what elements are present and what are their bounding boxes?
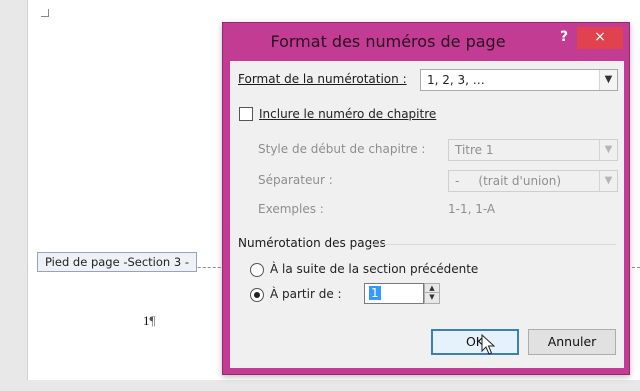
chapter-style-value: Titre 1 (455, 143, 494, 157)
chapter-style-label: Style de début de chapitre : (258, 142, 426, 156)
continue-previous-radio[interactable] (250, 263, 264, 277)
start-at-input[interactable]: 1 (364, 283, 424, 304)
page-numbering-group-title: Numérotation des pages (238, 236, 386, 250)
examples-label: Exemples : (258, 202, 324, 216)
include-chapter-text: Inclure le numéro de chapitre (259, 107, 437, 121)
chevron-down-icon[interactable]: ▼ (599, 171, 617, 191)
chevron-down-icon[interactable]: ▼ (599, 70, 617, 90)
include-chapter-label[interactable]: Inclure le numéro de chapitre (259, 107, 436, 121)
page-corner-mark (41, 9, 49, 17)
footer-section-tag: Pied de page -Section 3 - (37, 252, 197, 272)
mouse-pointer-icon (481, 334, 495, 355)
number-format-label: Format de la numérotation : (238, 72, 407, 86)
continue-previous-label[interactable]: À la suite de la section précédente (270, 262, 478, 276)
number-format-label-text: Format de la numérotation : (238, 72, 407, 86)
dialog-body: Format de la numérotation : 1, 2, 3, … ▼… (230, 61, 624, 368)
cancel-button[interactable]: Annuler (528, 329, 616, 355)
start-at-radio[interactable] (250, 288, 264, 302)
spin-up-icon[interactable]: ▲ (425, 284, 439, 293)
number-format-select[interactable]: 1, 2, 3, … ▼ (420, 69, 618, 91)
include-chapter-checkbox[interactable] (239, 107, 253, 121)
dialog-title: Format des numéros de page (270, 32, 506, 51)
dialog-titlebar[interactable]: Format des numéros de page ? × (223, 23, 629, 61)
start-at-spinner[interactable]: ▲ ▼ (424, 283, 440, 304)
separator-label: Séparateur : (258, 173, 333, 187)
group-divider (370, 244, 616, 245)
page-number-format-dialog: Format des numéros de page ? × Format de… (222, 22, 630, 375)
start-at-value: 1 (369, 286, 381, 300)
footer-page-number[interactable]: 1¶ (143, 313, 155, 329)
examples-value: 1-1, 1-A (448, 202, 496, 216)
chapter-style-select[interactable]: Titre 1 ▼ (448, 139, 618, 161)
pilcrow-icon: ¶ (149, 313, 156, 328)
separator-value: - (trait d'union) (455, 174, 562, 188)
spin-down-icon[interactable]: ▼ (425, 293, 439, 302)
ok-button[interactable]: OK (431, 329, 519, 355)
close-button[interactable]: × (577, 27, 623, 49)
help-button[interactable]: ? (553, 26, 575, 48)
separator-select[interactable]: - (trait d'union) ▼ (448, 170, 618, 192)
start-at-label[interactable]: À partir de : (270, 287, 342, 301)
number-format-value: 1, 2, 3, … (427, 73, 485, 87)
chevron-down-icon[interactable]: ▼ (599, 140, 617, 160)
